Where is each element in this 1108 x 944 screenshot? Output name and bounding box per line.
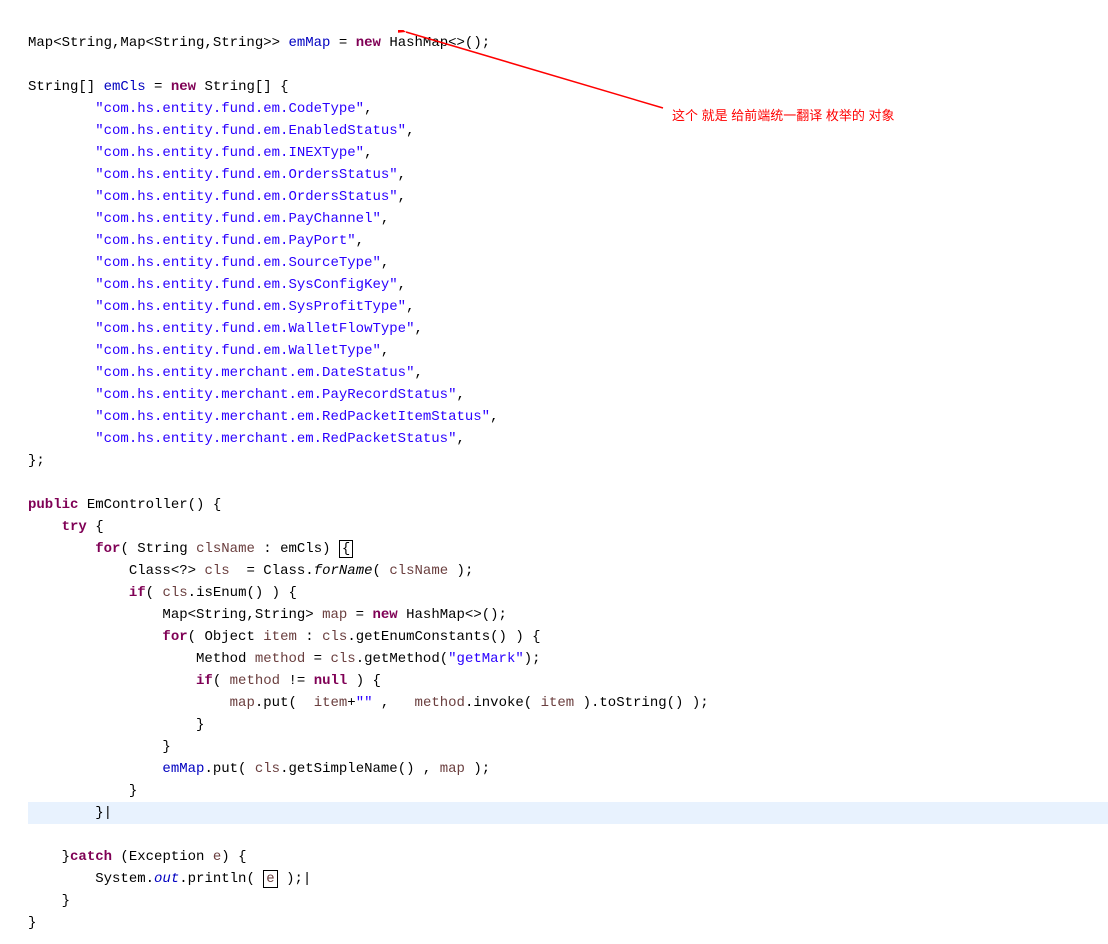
code-line: "com.hs.entity.fund.em.PayChannel", [28, 211, 389, 227]
code-line: if( method != null ) { [28, 673, 381, 689]
code-line: "com.hs.entity.fund.em.INEXType", [28, 145, 372, 161]
code-line: "com.hs.entity.merchant.em.DateStatus", [28, 365, 423, 381]
code-line: "com.hs.entity.fund.em.EnabledStatus", [28, 123, 414, 139]
code-line: Map<String,String> map = new HashMap<>()… [28, 607, 507, 623]
code-editor[interactable]: Map<String,Map<String,String>> emMap = n… [0, 0, 1108, 944]
highlighted-line: }| [28, 802, 1108, 824]
code-line: "com.hs.entity.fund.em.PayPort", [28, 233, 364, 249]
code-line: for( Object item : cls.getEnumConstants(… [28, 629, 541, 645]
code-line: "com.hs.entity.fund.em.WalletType", [28, 343, 389, 359]
code-line: String[] emCls = new String[] { [28, 79, 289, 95]
code-line: } [28, 739, 171, 755]
code-line: } [28, 893, 70, 909]
code-line: } [28, 915, 36, 931]
code-line: "com.hs.entity.fund.em.SysProfitType", [28, 299, 414, 315]
code-line: "com.hs.entity.merchant.em.PayRecordStat… [28, 387, 465, 403]
code-line: } [28, 717, 204, 733]
code-line: public EmController() { [28, 497, 221, 513]
code-line: Class<?> cls = Class.forName( clsName ); [28, 563, 473, 579]
code-line: "com.hs.entity.fund.em.CodeType", [28, 101, 372, 117]
code-line: Method method = cls.getMethod("getMark")… [28, 651, 541, 667]
code-line: }catch (Exception e) { [28, 849, 246, 865]
code-line: if( cls.isEnum() ) { [28, 585, 297, 601]
code-line: "com.hs.entity.merchant.em.RedPacketItem… [28, 409, 499, 425]
code-line: Map<String,Map<String,String>> emMap = n… [28, 35, 490, 51]
code-line: for( String clsName : emCls) { [28, 540, 353, 558]
code-line: emMap.put( cls.getSimpleName() , map ); [28, 761, 490, 777]
annotation-text: 这个 就是 给前端统一翻译 枚举的 对象 [672, 105, 894, 124]
code-line: "com.hs.entity.fund.em.SysConfigKey", [28, 277, 406, 293]
code-line: "com.hs.entity.merchant.em.RedPacketStat… [28, 431, 465, 447]
code-line: "com.hs.entity.fund.em.OrdersStatus", [28, 167, 406, 183]
code-line: "com.hs.entity.fund.em.WalletFlowType", [28, 321, 423, 337]
code-line: System.out.println( e );| [28, 870, 311, 888]
code-line: "com.hs.entity.fund.em.SourceType", [28, 255, 389, 271]
code-line: map.put( item+"" , method.invoke( item )… [28, 695, 709, 711]
code-line: "com.hs.entity.fund.em.OrdersStatus", [28, 189, 406, 205]
code-line: } [28, 783, 137, 799]
code-line: }; [28, 453, 45, 469]
code-line: try { [28, 519, 104, 535]
